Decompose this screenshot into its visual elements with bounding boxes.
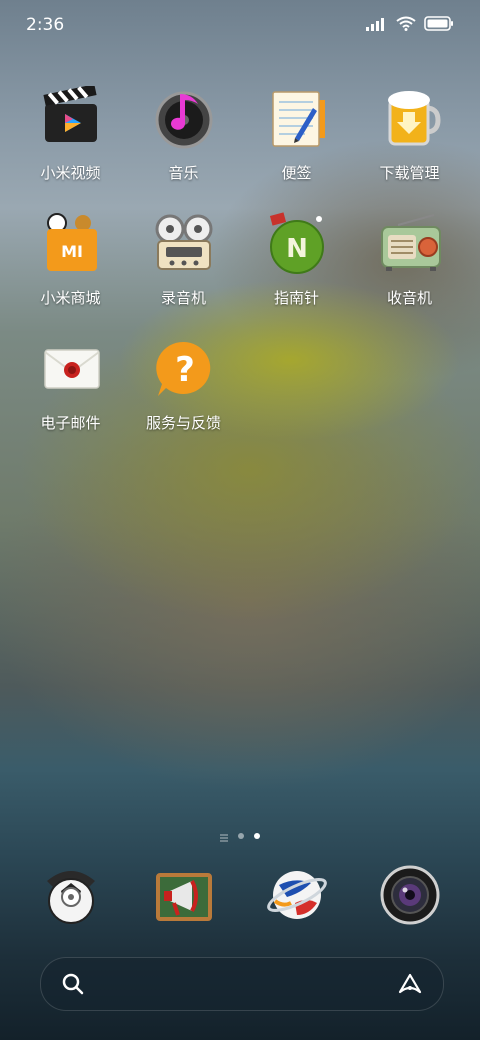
app-label: 指南针 [273,289,319,307]
app-email[interactable]: 电子邮件 [14,336,127,461]
app-notes[interactable]: 便签 [240,86,353,211]
beer-mug-icon [378,86,442,150]
app-compass[interactable]: N 指南针 [240,211,353,336]
compass-globe-icon: N [265,211,329,275]
radio-icon [378,211,442,275]
app-radio[interactable]: 收音机 [353,211,466,336]
envelope-icon [39,336,103,400]
svg-text:MI: MI [61,242,83,261]
clock-time: 2:36 [26,15,65,35]
app-label: 收音机 [386,289,432,307]
video-clapper-icon [39,84,103,150]
notepad-icon [265,86,329,150]
phone-icon [39,863,103,927]
dock [14,860,466,930]
app-mi-video[interactable]: 小米视频 [14,84,127,211]
messages-megaphone-icon [152,863,216,927]
app-service-feedback[interactable]: ? 服务与反馈 [127,336,240,461]
page-list-icon[interactable] [220,827,228,846]
browser-planet-icon [265,863,329,927]
app-label: 下载管理 [379,164,440,182]
page-indicator[interactable] [0,830,480,842]
page-dot-active[interactable] [254,833,260,839]
system-icons [366,16,454,35]
signal-icon [366,16,388,35]
search-icon[interactable] [61,972,85,996]
music-disc-icon [152,86,216,150]
dock-app-browser[interactable] [240,860,353,930]
assistant-icon[interactable] [397,972,423,996]
svg-text:N: N [286,234,308,264]
tape-recorder-icon [152,211,216,275]
dock-app-phone[interactable] [14,860,127,930]
page-dot[interactable] [238,833,244,839]
dock-app-camera[interactable] [353,860,466,930]
app-label: 录音机 [160,289,206,307]
battery-icon [424,16,454,35]
app-label: 音乐 [168,164,199,182]
app-label: 小米商城 [40,289,101,307]
shopping-bag-icon: MI [39,211,103,275]
help-bubble-icon: ? [152,336,216,400]
app-label: 服务与反馈 [145,414,221,432]
app-recorder[interactable]: 录音机 [127,211,240,336]
app-label: 电子邮件 [40,414,101,432]
search-bar[interactable] [40,957,444,1011]
status-bar: 2:36 [0,0,480,50]
dock-app-messages[interactable] [127,860,240,930]
wifi-icon [396,16,416,35]
app-downloads[interactable]: 下载管理 [353,86,466,211]
svg-text:?: ? [175,350,195,390]
app-label: 小米视频 [40,164,101,182]
app-mi-store[interactable]: MI 小米商城 [14,211,127,336]
app-music[interactable]: 音乐 [127,86,240,211]
camera-lens-icon [378,863,442,927]
app-label: 便签 [281,164,312,182]
